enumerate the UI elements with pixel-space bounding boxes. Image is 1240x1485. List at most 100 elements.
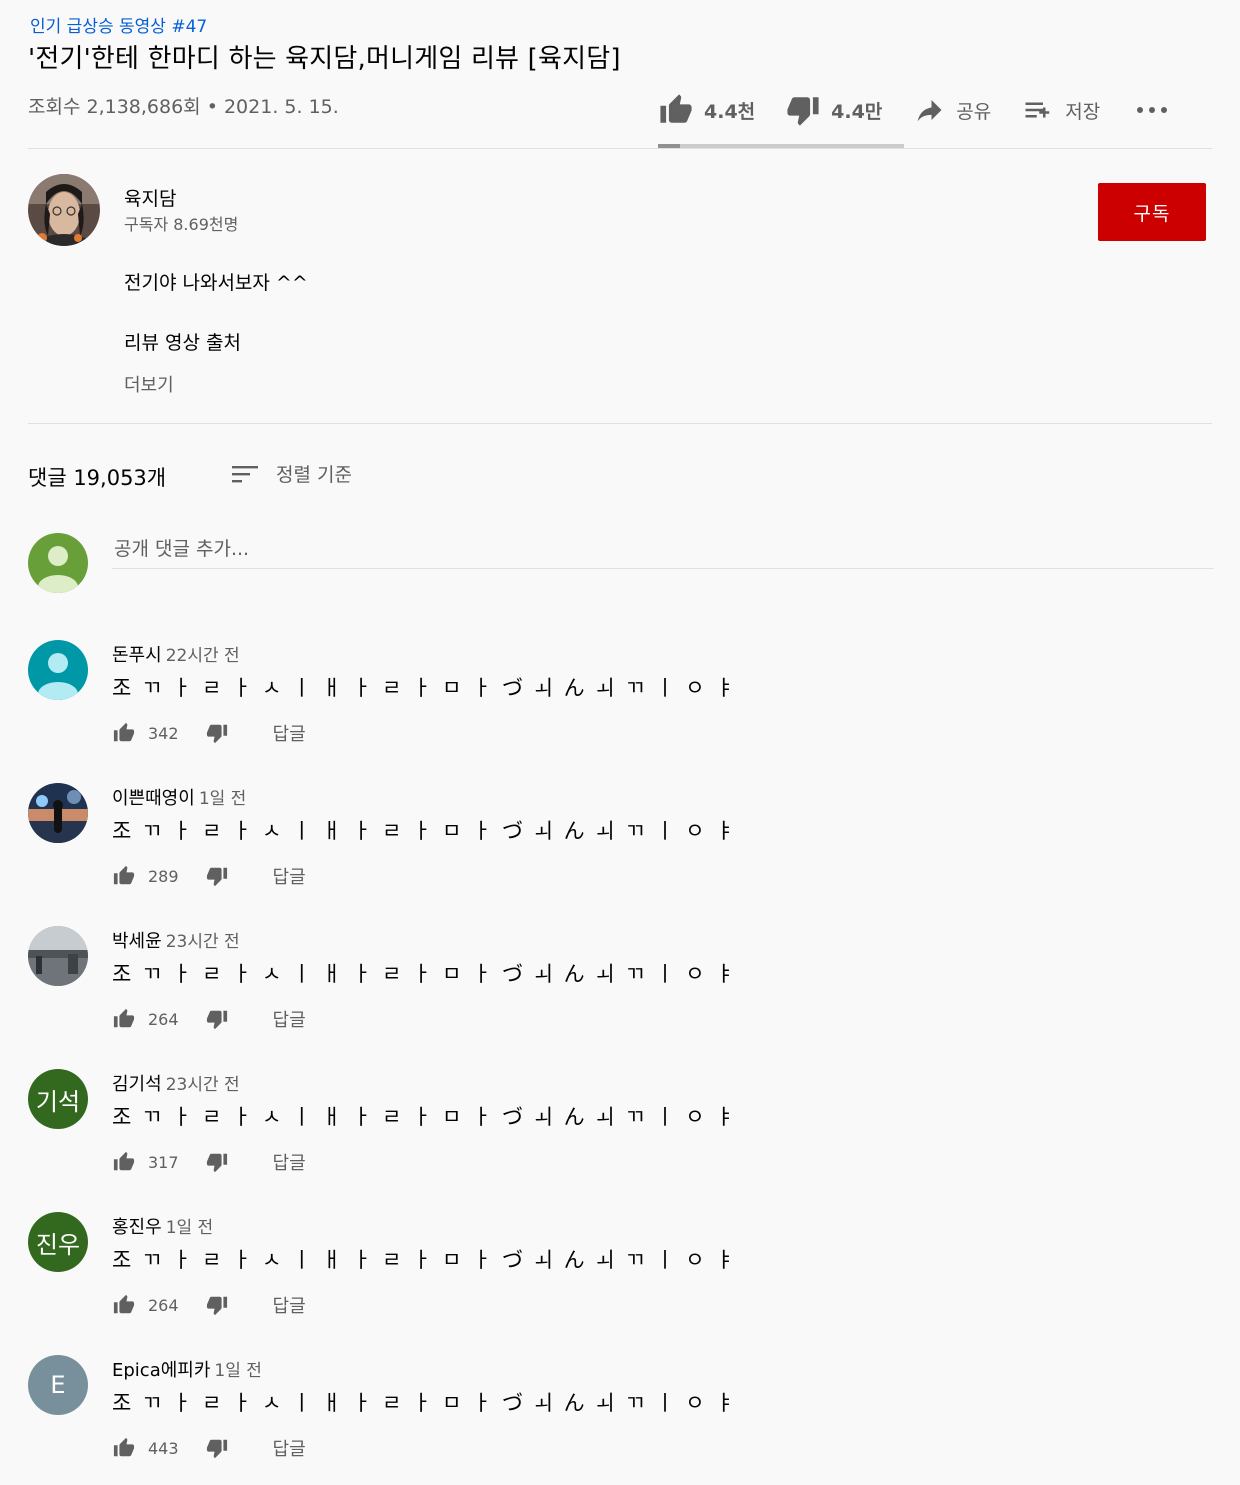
comment-header: 이쁜때영이 1일 전: [112, 784, 246, 810]
comment-timestamp[interactable]: 23시간 전: [166, 932, 240, 952]
more-actions-button[interactable]: [1136, 88, 1178, 132]
comment-count: 댓글 19,053개: [28, 466, 167, 490]
add-comment-input[interactable]: [112, 530, 1214, 569]
thumbs-down-icon: [206, 867, 227, 887]
commenter-avatar[interactable]: [28, 640, 88, 700]
sort-button[interactable]: 정렬 기준: [230, 460, 352, 487]
channel-avatar[interactable]: [28, 174, 100, 246]
avatar-photo: [28, 926, 88, 986]
video-meta: 조회수 2,138,686회 • 2021. 5. 15.: [28, 92, 339, 119]
description-line: 리뷰 영상 출처: [124, 332, 241, 354]
divider: [28, 148, 1212, 149]
comment-text: 조 ㄲ ㅏ ㄹ ㅏ ㅅ ㅣ ㅐ ㅏ ㄹ ㅏ ㅁ ㅏ づ ㅚ ん ㅚ ㄲ ㅣ ㅇ …: [112, 676, 737, 700]
comment-dislike-button[interactable]: [205, 1151, 229, 1173]
comment-dislike-button[interactable]: [205, 1008, 229, 1030]
comment-thread: E Epica에피카 1일 전 조 ㄲ ㅏ ㄹ ㅏ ㅅ ㅣ ㅐ ㅏ ㄹ ㅏ ㅁ ㅏ…: [28, 1355, 1208, 1485]
dislike-count: 4.4만: [831, 100, 883, 123]
comment-actions: 264 답글: [112, 1292, 306, 1318]
current-user-avatar: [28, 533, 88, 593]
thumbs-up-icon: [113, 1294, 135, 1314]
thumbs-up-icon: [113, 1151, 135, 1171]
comment-header: 홍진우 1일 전: [112, 1213, 213, 1239]
video-actions: 4.4천 4.4만 공유 저장: [658, 88, 1208, 132]
comment-timestamp[interactable]: 22시간 전: [166, 646, 240, 666]
comment-reply-button[interactable]: 답글: [273, 1292, 306, 1318]
avatar-initials: 기석: [35, 1087, 81, 1116]
comment-like-count: 264: [148, 1009, 179, 1029]
video-title: '전기'한테 한마디 하는 육지담,머니게임 리뷰 [육지담]: [28, 44, 621, 74]
comment-author[interactable]: 돈푸시: [112, 645, 162, 666]
comment-reply-button[interactable]: 답글: [273, 1006, 306, 1032]
commenter-avatar[interactable]: [28, 783, 88, 843]
thumbs-up-icon: [113, 1437, 135, 1457]
upload-date: 2021. 5. 15.: [223, 96, 339, 118]
comment-actions: 342 답글: [112, 720, 306, 746]
share-label: 공유: [956, 100, 992, 123]
comment-dislike-button[interactable]: [205, 722, 229, 744]
view-count: 조회수 2,138,686회: [28, 96, 201, 118]
comment-thread: 박세윤 23시간 전 조 ㄲ ㅏ ㄹ ㅏ ㅅ ㅣ ㅐ ㅏ ㄹ ㅏ ㅁ ㅏ づ ㅚ …: [28, 926, 1208, 1056]
comment-thread: 기석 김기석 23시간 전 조 ㄲ ㅏ ㄹ ㅏ ㅅ ㅣ ㅐ ㅏ ㄹ ㅏ ㅁ ㅏ づ…: [28, 1069, 1208, 1199]
comment-like-button[interactable]: [112, 1294, 136, 1316]
comment-reply-button[interactable]: 답글: [273, 720, 306, 746]
dislike-button[interactable]: 4.4만: [785, 88, 882, 132]
comment-reply-button[interactable]: 답글: [273, 1435, 306, 1461]
comment-like-button[interactable]: [112, 722, 136, 744]
thumbs-up-icon: [113, 865, 135, 885]
comment-author[interactable]: Epica에피카: [112, 1360, 210, 1381]
comment-like-count: 342: [148, 723, 179, 743]
avatar-initials: E: [50, 1371, 66, 1399]
comment-author[interactable]: 박세윤: [112, 931, 162, 952]
sort-icon: [232, 465, 258, 482]
show-more-button[interactable]: 더보기: [124, 371, 174, 397]
comment-author[interactable]: 김기석: [112, 1074, 162, 1095]
playlist-add-icon: [1025, 102, 1050, 118]
comment-text: 조 ㄲ ㅏ ㄹ ㅏ ㅅ ㅣ ㅐ ㅏ ㄹ ㅏ ㅁ ㅏ づ ㅚ ん ㅚ ㄲ ㅣ ㅇ …: [112, 962, 737, 986]
comment-dislike-button[interactable]: [205, 1437, 229, 1459]
commenter-avatar[interactable]: 기석: [28, 1069, 88, 1129]
comment-author[interactable]: 홍진우: [112, 1217, 162, 1238]
comment-author[interactable]: 이쁜때영이: [112, 788, 195, 809]
comment-text: 조 ㄲ ㅏ ㄹ ㅏ ㅅ ㅣ ㅐ ㅏ ㄹ ㅏ ㅁ ㅏ づ ㅚ ん ㅚ ㄲ ㅣ ㅇ …: [112, 819, 737, 843]
comment-like-button[interactable]: [112, 1008, 136, 1030]
comment-header: 박세윤 23시간 전: [112, 927, 240, 953]
like-count: 4.4천: [704, 100, 756, 123]
avatar-photo: [28, 783, 88, 843]
trending-badge[interactable]: 인기 급상승 동영상 #47: [30, 12, 207, 37]
comment-timestamp[interactable]: 1일 전: [166, 1218, 214, 1238]
comment-text: 조 ㄲ ㅏ ㄹ ㅏ ㅅ ㅣ ㅐ ㅏ ㄹ ㅏ ㅁ ㅏ づ ㅚ ん ㅚ ㄲ ㅣ ㅇ …: [112, 1248, 737, 1272]
commenter-avatar[interactable]: E: [28, 1355, 88, 1415]
comment-actions: 317 답글: [112, 1149, 306, 1175]
comment-actions: 289 답글: [112, 863, 306, 889]
default-user-icon: [28, 640, 88, 700]
comment-thread: 돈푸시 22시간 전 조 ㄲ ㅏ ㄹ ㅏ ㅅ ㅣ ㅐ ㅏ ㄹ ㅏ ㅁ ㅏ づ ㅚ …: [28, 640, 1208, 770]
channel-name[interactable]: 육지담: [124, 184, 176, 211]
description-line: 전기야 나와서보자 ^^: [124, 272, 308, 294]
comment-dislike-button[interactable]: [205, 865, 229, 887]
commenter-avatar[interactable]: [28, 926, 88, 986]
save-button[interactable]: 저장: [1021, 88, 1100, 132]
comment-timestamp[interactable]: 1일 전: [199, 789, 247, 809]
comment-like-button[interactable]: [112, 865, 136, 887]
like-button[interactable]: 4.4천: [658, 88, 755, 132]
comment-timestamp[interactable]: 23시간 전: [166, 1075, 240, 1095]
share-button[interactable]: 공유: [912, 88, 991, 132]
comment-thread: 이쁜때영이 1일 전 조 ㄲ ㅏ ㄹ ㅏ ㅅ ㅣ ㅐ ㅏ ㄹ ㅏ ㅁ ㅏ づ ㅚ …: [28, 783, 1208, 913]
subscribe-button[interactable]: 구독: [1098, 183, 1206, 241]
comment-like-button[interactable]: [112, 1437, 136, 1459]
thumbs-up-icon: [113, 1008, 135, 1028]
comment-actions: 443 답글: [112, 1435, 306, 1461]
thumbs-down-icon: [206, 1010, 227, 1030]
channel-avatar-image: [28, 174, 100, 246]
save-label: 저장: [1065, 100, 1101, 123]
commenter-avatar[interactable]: 진우: [28, 1212, 88, 1272]
comment-like-button[interactable]: [112, 1151, 136, 1173]
comment-like-count: 317: [148, 1152, 179, 1172]
comment-timestamp[interactable]: 1일 전: [214, 1361, 262, 1381]
comment-dislike-button[interactable]: [205, 1294, 229, 1316]
comment-header: Epica에피카 1일 전: [112, 1356, 262, 1382]
comment-reply-button[interactable]: 답글: [273, 1149, 306, 1175]
comment-reply-button[interactable]: 답글: [273, 863, 306, 889]
comment-thread: 진우 홍진우 1일 전 조 ㄲ ㅏ ㄹ ㅏ ㅅ ㅣ ㅐ ㅏ ㄹ ㅏ ㅁ ㅏ づ ㅚ…: [28, 1212, 1208, 1342]
divider: [28, 423, 1212, 424]
